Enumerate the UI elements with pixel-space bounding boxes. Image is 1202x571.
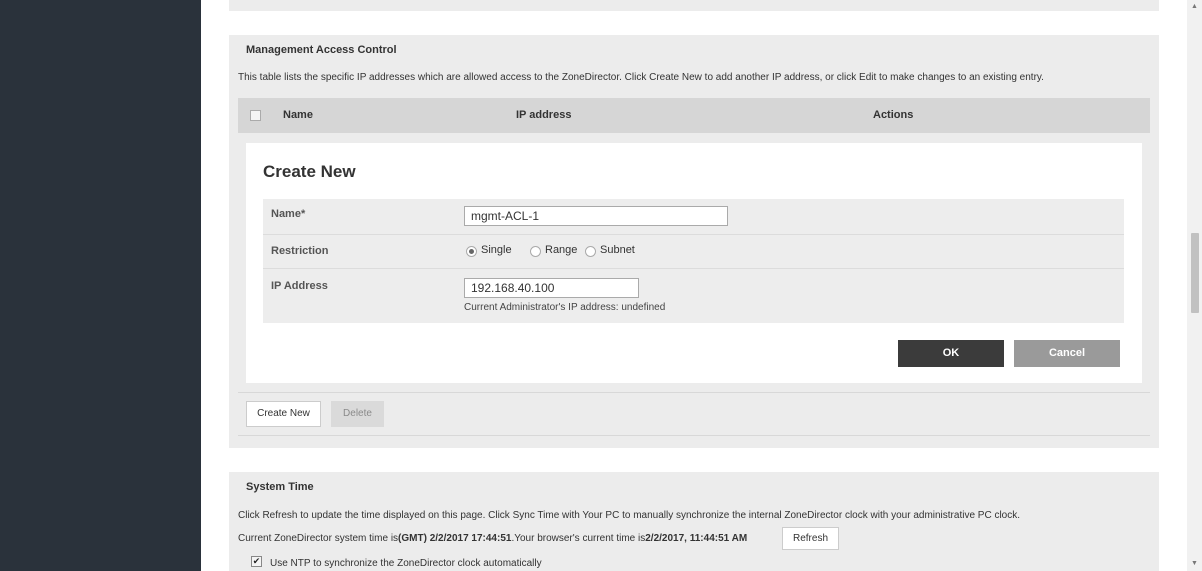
column-header-name[interactable]: Name <box>283 98 313 133</box>
scroll-down-arrow-icon[interactable]: ▼ <box>1187 557 1202 571</box>
form-row-restriction: Restriction Single Range Subnet <box>263 235 1124 268</box>
column-header-ip-address[interactable]: IP address <box>516 98 571 133</box>
scroll-thumb[interactable] <box>1191 233 1199 313</box>
radio-subnet-label[interactable]: Subnet <box>600 244 635 256</box>
acl-table-header: Name IP address Actions <box>238 98 1150 133</box>
form-row-ip-address: IP Address 192.168.40.100 Current Admini… <box>263 269 1124 323</box>
select-all-checkbox[interactable] <box>250 110 261 121</box>
name-label: Name* <box>271 208 306 220</box>
sidebar <box>0 0 201 571</box>
current-time-line: Current ZoneDirector system time is(GMT)… <box>238 533 747 544</box>
ntp-label[interactable]: Use NTP to synchronize the ZoneDirector … <box>270 558 542 569</box>
column-header-actions: Actions <box>873 109 914 121</box>
admin-ip-hint: Current Administrator's IP address: unde… <box>464 302 666 313</box>
system-time-panel <box>229 472 1159 571</box>
refresh-button[interactable]: Refresh <box>782 527 839 550</box>
create-new-button[interactable]: Create New <box>246 401 321 427</box>
radio-single[interactable] <box>466 246 477 257</box>
previous-section-panel <box>229 0 1159 11</box>
create-new-title: Create New <box>263 162 356 181</box>
zd-time-prefix: Current ZoneDirector system time is <box>238 533 399 544</box>
scroll-up-arrow-icon[interactable]: ▲ <box>1187 0 1202 14</box>
create-new-form: Name* mgmt-ACL-1 Restriction Single Rang… <box>263 199 1124 323</box>
radio-range[interactable] <box>530 246 541 257</box>
form-row-name: Name* mgmt-ACL-1 <box>263 199 1124 234</box>
gutter <box>201 0 215 571</box>
system-time-description: Click Refresh to update the time display… <box>238 510 1021 521</box>
browser-time-prefix: .Your browser's current time is <box>511 533 646 544</box>
ip-address-label: IP Address <box>271 280 328 292</box>
zd-system-time: (GMT) 2/2/2017 17:44:51 <box>398 533 512 544</box>
vertical-scrollbar[interactable]: ▲ ▼ <box>1187 0 1202 571</box>
checkmark-icon: ✔ <box>252 556 261 566</box>
ip-address-input[interactable]: 192.168.40.100 <box>464 278 639 298</box>
ntp-checkbox[interactable]: ✔ <box>251 556 262 567</box>
restriction-label: Restriction <box>271 245 329 257</box>
browser-time: 2/2/2017, 11:44:51 AM <box>645 533 748 544</box>
radio-range-label[interactable]: Range <box>545 244 577 256</box>
cancel-button[interactable]: Cancel <box>1014 340 1120 367</box>
radio-single-label[interactable]: Single <box>481 244 512 256</box>
create-new-dialog: Create New Name* mgmt-ACL-1 Restriction … <box>246 143 1142 383</box>
divider <box>238 435 1150 436</box>
name-input[interactable]: mgmt-ACL-1 <box>464 206 728 226</box>
management-access-title: Management Access Control <box>246 44 397 56</box>
system-time-title: System Time <box>246 481 314 493</box>
management-access-description: This table lists the specific IP address… <box>238 72 1044 83</box>
radio-subnet[interactable] <box>585 246 596 257</box>
ok-button[interactable]: OK <box>898 340 1004 367</box>
divider <box>238 392 1150 393</box>
delete-button[interactable]: Delete <box>331 401 384 427</box>
